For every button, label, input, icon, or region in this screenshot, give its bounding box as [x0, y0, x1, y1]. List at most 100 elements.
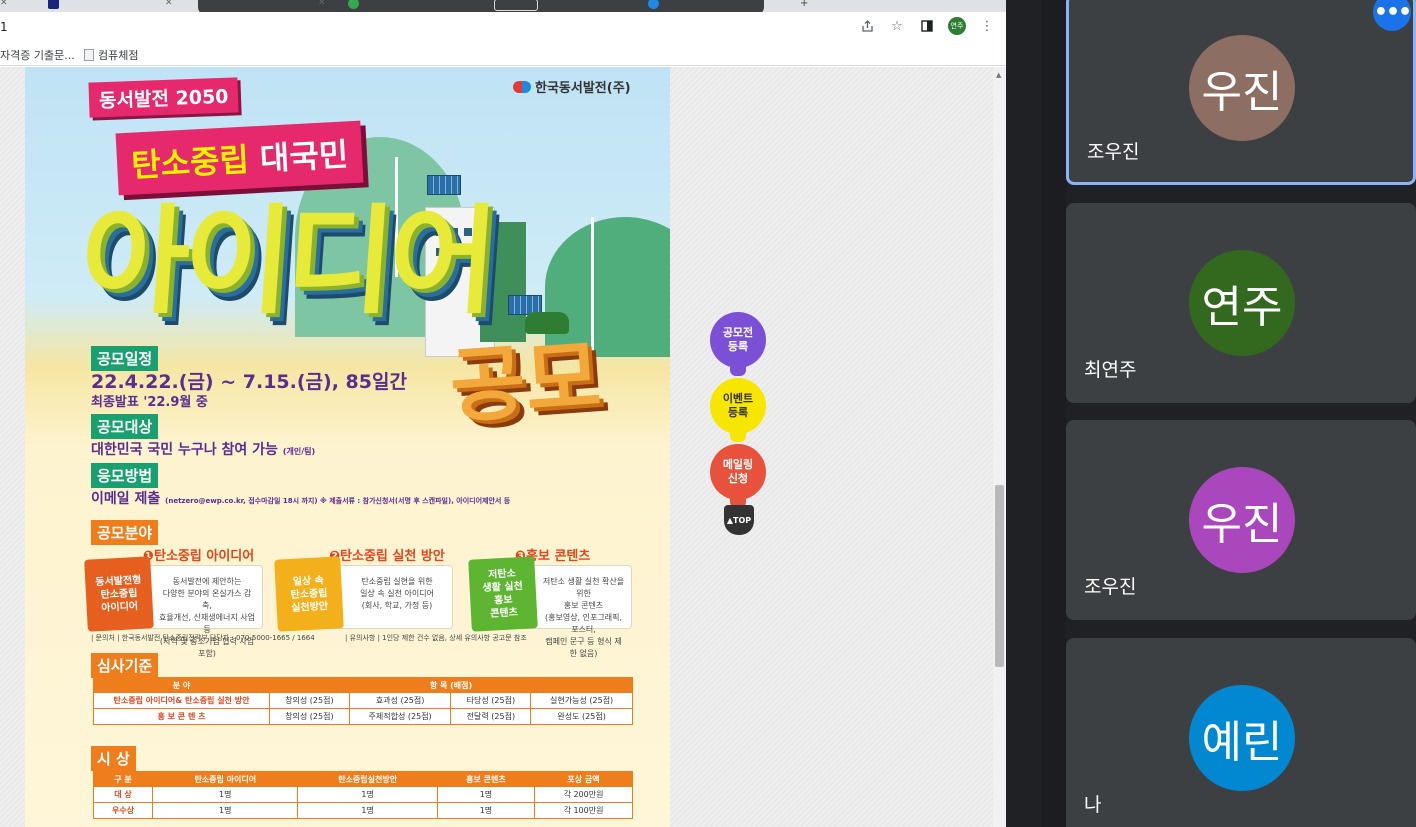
contact-note: | 문의처 | 한국동서발전 탄소중립전략부 담당자 : 070-5000-16… — [91, 634, 315, 642]
tab-1[interactable]: ✕ — [0, 0, 8, 12]
poster-headline: 탄소중립 대국민 — [115, 120, 364, 196]
judge-label: 심사기준 — [91, 653, 159, 678]
kebab-menu-icon[interactable]: ⋮ — [978, 17, 996, 35]
target-note: (개인/팀) — [282, 447, 316, 456]
address-bar: 1 ☆ 연주 ⋮ — [0, 12, 1006, 42]
poster-headline-part: 탄소중립 — [130, 140, 250, 185]
table-row: 대 상 1명 1명 1명 각 200만원 — [92, 786, 633, 803]
table-cell: 효과성 (25점) — [348, 692, 452, 709]
table-cell: 각 200만원 — [534, 786, 633, 803]
meeting-panel: 우진 조우진 ••• 연주 최연주 우진 조우진 예린 나 — [1006, 0, 1416, 827]
table-cell: 1명 — [297, 786, 438, 803]
method-text: 이메일 제출 (netzero@ewp.co.kr, 접수마감일 18시 까지)… — [91, 488, 510, 508]
tab-4[interactable] — [348, 0, 359, 12]
bookmarks-bar: 자격증 기출문... 컴퓨체점 — [0, 42, 1006, 66]
table-cell: 1명 — [297, 802, 438, 819]
table-cell: 1명 — [436, 802, 536, 819]
close-icon[interactable]: ✕ — [0, 0, 8, 8]
participant-avatar: 우진 — [1189, 35, 1295, 141]
table-header: 탄소중립 아이디어 — [152, 771, 299, 787]
field-title: ❷탄소중립 실천 방안 — [329, 549, 445, 564]
address-bar-actions: ☆ 연주 ⋮ — [858, 17, 996, 35]
participant-tile[interactable]: 우진 조우진 ••• — [1066, 0, 1416, 185]
table-cell: 창의성 (25점) — [269, 708, 350, 725]
favicon-icon — [348, 0, 359, 9]
caution-note: | 유의사항 | 1인당 제한 건수 없음, 상세 유의사항 공고문 참조 — [345, 634, 527, 642]
star-icon[interactable]: ☆ — [888, 17, 906, 35]
participant-tile[interactable]: 연주 최연주 — [1066, 203, 1416, 403]
table-header: 항 목 (배점) — [269, 677, 633, 693]
browser-window: ✕ ✕ + ✕ 1 ☆ 연주 ⋮ 자격증 기출문... 컴퓨체점 동서발전 20… — [0, 0, 1006, 827]
scroll-top-button[interactable]: ▲TOP — [724, 505, 754, 535]
org-name: 한국동서발전(주) — [535, 81, 631, 96]
poster-subtitle: 공모 — [446, 329, 604, 436]
sidepanel-icon[interactable] — [918, 17, 936, 35]
ewp-logo-icon — [513, 80, 531, 93]
url-field[interactable]: 1 — [0, 20, 8, 34]
register-event-button[interactable]: 이벤트 등록 — [710, 378, 766, 442]
active-tab-outline — [494, 0, 538, 11]
scroll-up-icon[interactable]: ▲ — [996, 71, 1001, 79]
scrollbar-thumb[interactable] — [995, 485, 1004, 667]
bookmark-label: 컴퓨체점 — [98, 49, 139, 62]
table-header: 포상 금액 — [534, 771, 633, 787]
profile-avatar[interactable]: 연주 — [948, 17, 966, 35]
participant-avatar: 예린 — [1189, 685, 1295, 791]
table-cell: 실현가능성 (25점) — [530, 692, 633, 709]
page-scrollbar[interactable]: ▲ — [993, 67, 1006, 827]
close-icon[interactable]: ✕ — [165, 0, 173, 8]
tab-3[interactable]: ✕ — [208, 0, 326, 12]
field-tag: 일상 속 탄소중립 실천방안 — [274, 556, 344, 632]
table-cell: 탄소중립 아이디어& 탄소중립 실천 방안 — [93, 692, 270, 709]
award-label: 시 상 — [91, 746, 136, 771]
table-cell: 우수상 — [92, 802, 154, 819]
table-row: 우수상 1명 1명 1명 각 100만원 — [92, 802, 633, 819]
target-main: 대한민국 국민 누구나 참여 가능 — [91, 442, 278, 458]
tab-2[interactable]: ✕ — [48, 0, 173, 12]
field-title: ❶탄소중립 아이디어 — [143, 549, 255, 564]
participant-name: 조우진 — [1084, 576, 1137, 598]
schedule-dates: 22.4.22.(금) ~ 7.15.(금), 85일간 — [91, 371, 407, 393]
table-header: 홍보 콘텐츠 — [436, 771, 536, 787]
judge-table: 분 야 항 목 (배점) 탄소중립 아이디어& 탄소중립 실천 방안 창의성 (… — [93, 677, 633, 725]
participant-avatar: 연주 — [1189, 250, 1295, 356]
field-card: 동서발전형 탄소중립 아이디어 동서발전에 제안하는 다양한 분야의 온실가스 … — [84, 556, 263, 658]
table-cell: 1명 — [152, 802, 299, 819]
document-icon — [84, 49, 94, 61]
table-header: 탄소중립실천방안 — [297, 771, 438, 787]
table-row: 홍 보 콘 텐 츠 창의성 (25점) 주제적합성 (25점) 전달력 (25점… — [93, 708, 633, 725]
table-row: 탄소중립 아이디어& 탄소중립 실천 방안 창의성 (25점) 효과성 (25점… — [93, 692, 633, 709]
field-tag: 저탄소 생활 실천 홍보 콘텐츠 — [468, 556, 538, 632]
method-main: 이메일 제출 — [91, 491, 161, 507]
table-cell: 타당성 (25점) — [450, 692, 532, 709]
participant-avatar: 우진 — [1189, 467, 1295, 573]
field-desc: 탄소중립 실현을 위한 일상 속 실천 아이디어 (회사, 학교, 가정 등) — [360, 577, 434, 610]
target-text: 대한민국 국민 누구나 참여 가능 (개인/팀) — [91, 439, 315, 459]
tab-5[interactable] — [648, 0, 659, 12]
close-icon[interactable]: ✕ — [318, 0, 326, 8]
panel-divider — [1042, 0, 1066, 827]
method-note: (netzero@ewp.co.kr, 접수마감일 18시 까지) ※ 제출서류… — [165, 497, 511, 505]
poster-headline-part: 대국민 — [247, 135, 350, 179]
field-label: 공모분야 — [91, 520, 159, 545]
participant-tile[interactable]: 예린 나 — [1066, 638, 1416, 827]
table-cell: 완성도 (25점) — [530, 708, 633, 725]
mailing-signup-button[interactable]: 메일링 신청 — [710, 444, 766, 508]
bookmark-item[interactable]: 자격증 기출문... — [0, 47, 75, 63]
bookmark-label: 자격증 기출문... — [0, 49, 75, 62]
more-options-button[interactable]: ••• — [1373, 0, 1412, 31]
contest-poster: 동서발전 2050 탄소중립 대국민 한국동서발전(주) 아이디어 공모 공모일… — [25, 67, 670, 827]
poster-tag: 동서발전 2050 — [88, 77, 239, 118]
new-tab-button[interactable]: + — [800, 0, 808, 12]
table-row: 구 분 탄소중립 아이디어 탄소중립실천방안 홍보 콘텐츠 포상 금액 — [92, 771, 633, 787]
table-cell: 대 상 — [92, 786, 154, 803]
table-cell: 각 100만원 — [534, 802, 633, 819]
favicon-icon — [648, 0, 659, 9]
register-contest-button[interactable]: 공모전 등록 — [710, 312, 766, 376]
participant-name: 조우진 — [1087, 141, 1140, 163]
participant-tile[interactable]: 우진 조우진 — [1066, 420, 1416, 620]
method-label: 응모방법 — [91, 463, 159, 488]
bookmark-item[interactable]: 컴퓨체점 — [84, 47, 138, 63]
field-desc: 동서발전에 제안하는 다양한 분야의 온실가스 감축, 효율개선, 신재생에너지… — [159, 577, 255, 658]
share-icon[interactable] — [858, 17, 876, 35]
